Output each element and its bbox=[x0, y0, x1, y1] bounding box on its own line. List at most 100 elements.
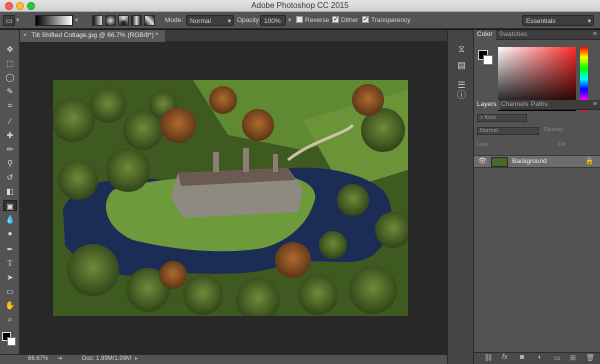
reverse-checkbox[interactable]: Reverse bbox=[296, 15, 329, 26]
title-bar: Adobe Photoshop CC 2015 bbox=[0, 0, 600, 12]
gradient-tool-icon[interactable]: ▣ bbox=[3, 200, 17, 211]
transparency-label: Transparency bbox=[371, 17, 411, 24]
mode-label: Mode: bbox=[165, 17, 184, 24]
mode-value: Normal bbox=[190, 18, 211, 25]
reverse-check-box[interactable] bbox=[296, 16, 303, 23]
group-icon[interactable]: ▭ bbox=[554, 354, 561, 362]
linear-gradient-button[interactable] bbox=[92, 15, 103, 26]
status-bar: 66.67% ⇥ Doc: 1.99M/1.99M ▸ bbox=[0, 354, 467, 364]
dodge-tool-icon[interactable]: ● bbox=[3, 228, 17, 239]
gradient-tool-icon: ▭ bbox=[6, 18, 13, 25]
reflected-gradient-button[interactable] bbox=[131, 15, 142, 26]
move-tool-icon[interactable]: ✥ bbox=[3, 44, 17, 55]
transparency-checkbox[interactable]: Transparency bbox=[362, 14, 411, 26]
dither-check-box[interactable] bbox=[332, 14, 339, 25]
options-bar: ▭ ▾ ▾ Mode: Normal ▾ Opacity: 100% ▾ Rev… bbox=[0, 12, 600, 29]
link-icon[interactable]: ⛓ bbox=[484, 354, 493, 362]
layers-panel-tabs: Layers Channels Paths ≡ bbox=[474, 100, 600, 110]
clone-stamp-tool-icon[interactable]: ⚲ bbox=[3, 158, 17, 169]
mask-icon[interactable]: ◙ bbox=[520, 354, 524, 361]
diamond-gradient-button[interactable] bbox=[144, 15, 155, 26]
new-layer-icon[interactable]: ⊞ bbox=[570, 354, 576, 362]
pen-tool-icon[interactable]: ✒ bbox=[3, 244, 17, 255]
chevron-right-icon[interactable]: ▸ bbox=[135, 355, 138, 364]
tab-swatches[interactable]: Swatches bbox=[496, 30, 530, 40]
aerial-cottage-photo bbox=[53, 80, 408, 316]
layer-filter-kind[interactable]: ⌕ Kind bbox=[477, 114, 527, 122]
panel-dock: ⧖ ▤ ☰ ⓘ bbox=[447, 30, 474, 364]
app-title: Adobe Photoshop CC 2015 bbox=[251, 1, 349, 10]
close-document-icon[interactable]: × bbox=[23, 32, 27, 39]
adjustments-icon[interactable]: ▤ bbox=[456, 60, 467, 71]
layers-footer: ⛓ fx ◙ ◐ ▭ ⊞ 🗑 bbox=[474, 352, 600, 364]
lock-label: Lock: bbox=[477, 142, 491, 148]
layer-name[interactable]: Background bbox=[512, 158, 547, 165]
dither-checkbox[interactable]: Dither bbox=[332, 14, 359, 26]
opacity-label: Opacity: bbox=[544, 127, 565, 133]
document-canvas[interactable] bbox=[20, 42, 467, 354]
history-icon[interactable]: ⧖ bbox=[456, 44, 467, 55]
panel-menu-icon[interactable]: ≡ bbox=[593, 30, 597, 40]
export-icon[interactable]: ⇥ bbox=[57, 355, 62, 364]
document-tab-strip: × Tilt Shifted Cottage.jpg @ 66.7% (RGB/… bbox=[20, 30, 467, 42]
color-background-swatch[interactable] bbox=[483, 55, 493, 65]
history-brush-tool-icon[interactable]: ↺ bbox=[3, 172, 17, 183]
brush-tool-icon[interactable]: ✏ bbox=[3, 144, 17, 155]
tools-panel: ✥ ⬚ ◯ ✎ ⌗ ⁄ ✚ ✏ ⚲ ↺ ◧ ▣ 💧 ● ✒ T ➤ ▭ ✋ ⌕ bbox=[0, 30, 20, 354]
tab-layers[interactable]: Layers bbox=[474, 100, 500, 110]
eraser-tool-icon[interactable]: ◧ bbox=[3, 186, 17, 197]
path-select-tool-icon[interactable]: ➤ bbox=[3, 272, 17, 283]
fx-icon[interactable]: fx bbox=[502, 354, 507, 361]
tab-channels[interactable]: Channels bbox=[498, 100, 531, 110]
color-panel-tabs: Color Swatches ≡ bbox=[474, 30, 600, 40]
hand-tool-icon[interactable]: ✋ bbox=[3, 300, 17, 311]
document-tab-title: Tilt Shifted Cottage.jpg @ 66.7% (RGB/8*… bbox=[31, 32, 159, 39]
workspace-switcher[interactable]: Essentials ▾ bbox=[522, 15, 594, 26]
background-color-swatch[interactable] bbox=[7, 337, 16, 346]
document-tab[interactable]: × Tilt Shifted Cottage.jpg @ 66.7% (RGB/… bbox=[20, 30, 165, 42]
gradient-preview[interactable] bbox=[35, 15, 73, 26]
marquee-tool-icon[interactable]: ⬚ bbox=[3, 58, 17, 69]
blend-mode-select[interactable]: Normal bbox=[477, 127, 539, 135]
fill-label: Fill: bbox=[558, 142, 567, 148]
opacity-label: Opacity: bbox=[237, 17, 261, 24]
quick-select-tool-icon[interactable]: ✎ bbox=[3, 86, 17, 97]
opacity-field[interactable]: 100% bbox=[260, 15, 286, 26]
dither-label: Dither bbox=[341, 17, 359, 24]
panel-menu-icon[interactable]: ≡ bbox=[593, 100, 597, 110]
chevron-down-icon[interactable]: ▾ bbox=[16, 15, 19, 26]
zoom-level[interactable]: 66.67% bbox=[28, 355, 48, 364]
chevron-down-icon: ▾ bbox=[587, 18, 591, 25]
type-tool-icon[interactable]: T bbox=[3, 258, 17, 269]
eyedropper-tool-icon[interactable]: ⁄ bbox=[3, 116, 17, 127]
crop-tool-icon[interactable]: ⌗ bbox=[3, 100, 17, 111]
zoom-tool-icon[interactable]: ⌕ bbox=[3, 314, 17, 325]
chevron-down-icon[interactable]: ▾ bbox=[75, 15, 78, 26]
layer-thumbnail bbox=[491, 157, 508, 167]
workspace-value: Essentials bbox=[526, 18, 556, 25]
kind-placeholder: Kind bbox=[484, 115, 496, 121]
angle-gradient-button[interactable] bbox=[118, 15, 129, 26]
tab-color[interactable]: Color bbox=[474, 30, 496, 40]
trash-icon[interactable]: 🗑 bbox=[586, 354, 595, 362]
reverse-label: Reverse bbox=[305, 17, 330, 24]
document-image[interactable] bbox=[53, 80, 408, 316]
visibility-eye-icon[interactable]: 👁 bbox=[478, 157, 487, 165]
blur-tool-icon[interactable]: 💧 bbox=[3, 214, 17, 225]
tool-preset-picker[interactable]: ▭ bbox=[3, 15, 15, 26]
right-panels: Color Swatches ≡ Layers Channels Paths ≡… bbox=[474, 30, 600, 364]
chevron-down-icon[interactable]: ▾ bbox=[288, 15, 291, 26]
lasso-tool-icon[interactable]: ◯ bbox=[3, 72, 17, 83]
tab-paths[interactable]: Paths bbox=[528, 100, 551, 110]
healing-brush-tool-icon[interactable]: ✚ bbox=[3, 130, 17, 141]
layer-row-background[interactable]: 👁 Background 🔒 bbox=[474, 155, 600, 168]
mode-select[interactable]: Normal ▾ bbox=[186, 15, 234, 26]
chevron-down-icon: ▾ bbox=[227, 18, 231, 25]
rectangle-tool-icon[interactable]: ▭ bbox=[3, 286, 17, 297]
transparency-check-box[interactable] bbox=[362, 14, 369, 25]
info-icon[interactable]: ⓘ bbox=[456, 90, 467, 101]
lock-icon: 🔒 bbox=[585, 158, 594, 165]
radial-gradient-button[interactable] bbox=[105, 15, 116, 26]
adjustment-layer-icon[interactable]: ◐ bbox=[538, 354, 542, 361]
document-size: Doc: 1.99M/1.99M bbox=[82, 356, 132, 362]
